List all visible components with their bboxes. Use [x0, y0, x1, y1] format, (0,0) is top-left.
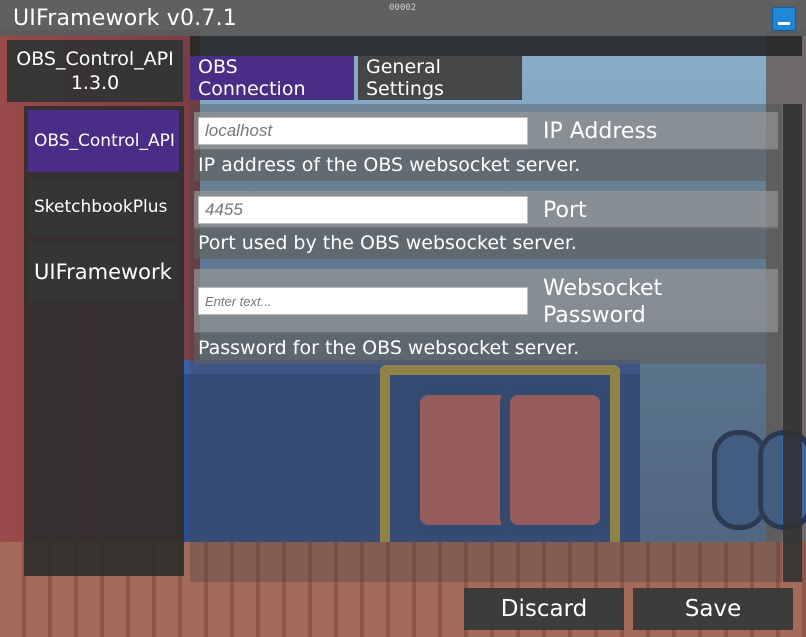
- plugin-sidebar: OBS_Control_API SketchbookPlus UIFramewo…: [24, 106, 184, 576]
- sidebar-item-uiframework[interactable]: UIFramework: [28, 242, 179, 302]
- window-title: UIFramework v0.7.1: [13, 5, 237, 31]
- minimize-icon[interactable]: [772, 7, 796, 31]
- tab-label: General Settings: [366, 56, 444, 100]
- settings-scrollbar[interactable]: [783, 104, 802, 582]
- setting-description: IP address of the OBS websocket server.: [194, 149, 778, 181]
- password-input[interactable]: Enter text...: [198, 287, 528, 315]
- plugin-header: OBS_Control_API 1.3.0: [7, 40, 183, 102]
- setting-label: Websocket Password: [543, 276, 663, 328]
- sidebar-item-label: SketchbookPlus: [34, 197, 168, 217]
- frame-counter: 00002: [389, 3, 417, 13]
- plugin-version: 1.3.0: [70, 72, 120, 94]
- sidebar-item-sketchbookplus[interactable]: SketchbookPlus: [28, 178, 179, 236]
- sidebar-item-label: OBS_Control_API: [34, 131, 175, 151]
- setting-label: IP Address: [543, 119, 658, 144]
- plugin-name: OBS_Control_API: [16, 48, 174, 70]
- tab-label: OBS Connection: [198, 56, 306, 100]
- save-button[interactable]: Save: [633, 588, 793, 630]
- main-panel-header: [190, 36, 802, 56]
- title-bar: UIFramework v0.7.1 00002: [0, 0, 806, 36]
- tab-obs-connection[interactable]: OBS Connection: [190, 56, 354, 100]
- discard-button[interactable]: Discard: [464, 588, 624, 630]
- setting-description: Port used by the OBS websocket server.: [194, 227, 778, 259]
- setting-label: Port: [543, 198, 587, 223]
- tab-general-settings[interactable]: General Settings: [358, 56, 522, 100]
- sidebar-item-obs-control-api[interactable]: OBS_Control_API: [28, 110, 179, 172]
- sidebar-item-label: UIFramework: [34, 260, 172, 284]
- port-input[interactable]: 4455: [198, 196, 528, 224]
- setting-description: Password for the OBS websocket server.: [194, 332, 778, 364]
- ip-address-input[interactable]: localhost: [198, 117, 528, 145]
